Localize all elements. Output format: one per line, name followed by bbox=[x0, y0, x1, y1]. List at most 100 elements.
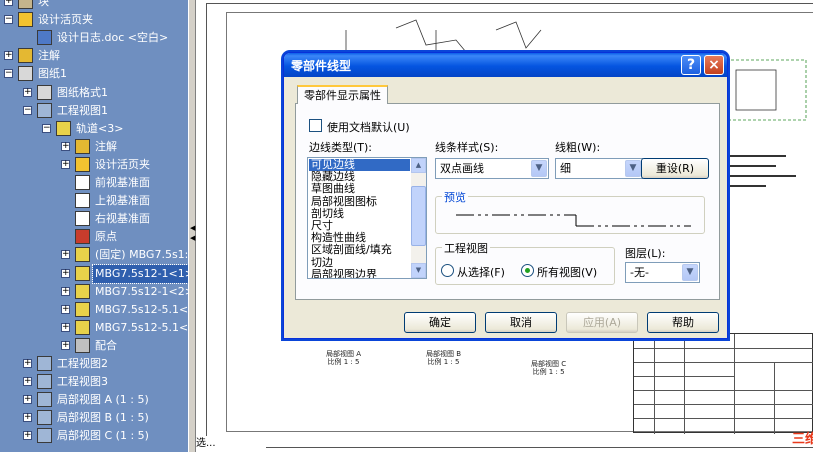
tree-item[interactable]: + 图纸格式1 bbox=[0, 84, 188, 102]
tree-item[interactable]: + MBG7.5s12-1<1> bbox=[0, 263, 188, 284]
chevron-down-icon[interactable]: ▼ bbox=[625, 160, 641, 177]
use-doc-default-label: 使用文档默认(U) bbox=[327, 121, 410, 134]
scroll-thumb[interactable] bbox=[411, 186, 426, 246]
scroll-down-icon[interactable]: ▼ bbox=[411, 263, 426, 278]
tree-item-label: 前视基准面 bbox=[95, 176, 150, 189]
tree-item[interactable]: − 设计活页夹 bbox=[0, 11, 188, 29]
chevron-down-icon[interactable]: ▼ bbox=[682, 264, 698, 281]
help-icon[interactable]: ? bbox=[681, 55, 701, 75]
tree-item[interactable]: 右视基准面 bbox=[0, 210, 188, 228]
line-weight-select[interactable]: 细 ▼ bbox=[555, 158, 643, 179]
dialog-titlebar[interactable]: 零部件线型 ? × bbox=[284, 53, 727, 77]
from-selection-radio[interactable] bbox=[441, 264, 454, 277]
expand-toggle-icon[interactable]: + bbox=[23, 431, 32, 441]
expand-toggle-icon[interactable]: + bbox=[4, 51, 13, 61]
edge-type-listbox[interactable]: 可见边线 隐藏边线 草图曲线 局部视图图标 剖切线 尺寸 构造性曲线 区域剖面线/填充 切边 局部… bbox=[307, 157, 427, 279]
edge-type-option[interactable]: 局部视图图标 bbox=[309, 195, 410, 208]
edge-type-option[interactable]: 区域剖面线/填充 bbox=[309, 244, 410, 256]
expand-toggle-icon[interactable]: − bbox=[23, 105, 32, 115]
reset-button[interactable]: 重设(R) bbox=[641, 158, 709, 179]
pane-splitter[interactable]: ◀ ◀ bbox=[188, 0, 196, 452]
chevron-down-icon[interactable]: ▼ bbox=[531, 160, 547, 177]
expand-toggle-icon[interactable]: + bbox=[23, 395, 32, 405]
tree-item-label: 工程视图2 bbox=[57, 357, 108, 370]
all-views-radio[interactable] bbox=[521, 264, 534, 277]
tree-node-icon bbox=[75, 247, 90, 263]
expand-toggle-icon[interactable]: + bbox=[23, 87, 32, 97]
tree-item[interactable]: + 设计活页夹 bbox=[0, 156, 188, 174]
tree-item[interactable]: + 工程视图2 bbox=[0, 355, 188, 373]
expand-toggle-icon[interactable]: + bbox=[61, 286, 70, 296]
edge-type-option[interactable]: 剖切线 bbox=[309, 207, 410, 220]
tree-item[interactable]: + (固定) MBG7.5s1: bbox=[0, 246, 188, 264]
tree-item[interactable]: 上视基准面 bbox=[0, 192, 188, 210]
expand-toggle-icon[interactable]: + bbox=[23, 413, 32, 423]
tree-item[interactable]: − 轨道<3> bbox=[0, 120, 188, 138]
tree-item-label: 设计活页夹 bbox=[95, 157, 150, 171]
tree-node-icon bbox=[75, 319, 90, 335]
tree-item[interactable]: − 图纸1 bbox=[0, 65, 188, 83]
tree-item-label: MBG7.5s12-5.1<1 bbox=[95, 302, 188, 316]
edge-type-option[interactable]: 草图曲线 bbox=[309, 183, 410, 195]
use-doc-default-checkbox[interactable] bbox=[309, 119, 322, 132]
expand-toggle-icon[interactable]: + bbox=[4, 0, 13, 6]
edge-type-scrollbar[interactable]: ▲ ▼ bbox=[411, 158, 426, 278]
tree-item[interactable]: + 注解 bbox=[0, 47, 188, 65]
tree-item[interactable]: 原点 bbox=[0, 228, 188, 246]
tree-node-icon bbox=[75, 156, 90, 172]
expand-toggle-icon[interactable]: − bbox=[4, 15, 13, 25]
expand-toggle-icon[interactable]: + bbox=[61, 141, 70, 151]
expand-arrow-icon[interactable]: ◀ bbox=[190, 234, 195, 242]
tree-item-label: 局部视图 A (1 : 5) bbox=[57, 393, 149, 407]
apply-button[interactable]: 应用(A) bbox=[566, 312, 638, 333]
tree-node-icon bbox=[37, 30, 52, 46]
feature-tree[interactable]: + 块 − 设计活页夹 设计日志.doc <空白> + 注解 − 图纸1 + 图纸格式1− 工程视图1… bbox=[0, 0, 188, 452]
dialog-title: 零部件线型 bbox=[291, 59, 352, 73]
tree-item[interactable]: 前视基准面 bbox=[0, 174, 188, 192]
tree-item[interactable]: + 注解 bbox=[0, 138, 188, 156]
tree-item[interactable]: − 工程视图1 bbox=[0, 102, 188, 120]
tree-item-label: 设计日志.doc <空白> bbox=[57, 31, 169, 45]
caption-scale: 比例 1 : 5 bbox=[532, 368, 565, 376]
expand-toggle-icon[interactable]: + bbox=[23, 377, 32, 387]
drawing-view-label: 工程视图 bbox=[442, 240, 490, 256]
layer-select[interactable]: -无- ▼ bbox=[625, 262, 700, 283]
line-style-select[interactable]: 双点画线 ▼ bbox=[435, 158, 549, 179]
tree-item-label: 轨道<3> bbox=[76, 121, 124, 135]
tree-node-icon bbox=[37, 84, 52, 100]
expand-toggle-icon[interactable]: + bbox=[61, 159, 70, 169]
preview-group: 预览 bbox=[435, 189, 705, 234]
tree-item[interactable]: + MBG7.5s12-5.1<2 bbox=[0, 319, 188, 337]
tree-item[interactable]: + 配合 bbox=[0, 337, 188, 355]
expand-toggle-icon[interactable]: + bbox=[61, 268, 70, 278]
edge-type-option[interactable]: 切边 bbox=[309, 256, 410, 269]
scroll-up-icon[interactable]: ▲ bbox=[411, 158, 426, 173]
expand-toggle-icon[interactable]: + bbox=[61, 322, 70, 332]
tree-item-label: (固定) MBG7.5s1: bbox=[95, 248, 188, 262]
tree-item[interactable]: + 块 bbox=[0, 0, 188, 11]
caption-title: 局部视图 B bbox=[426, 350, 462, 358]
edge-type-option[interactable]: 局部视图边界 bbox=[309, 268, 410, 278]
cancel-button[interactable]: 取消 bbox=[485, 312, 557, 333]
tree-node-icon bbox=[18, 0, 33, 9]
expand-toggle-icon[interactable]: + bbox=[61, 340, 70, 350]
tree-item[interactable]: + 工程视图3 bbox=[0, 373, 188, 391]
collapse-arrow-icon[interactable]: ◀ bbox=[190, 224, 195, 232]
tree-node-icon bbox=[75, 211, 90, 227]
expand-toggle-icon[interactable]: + bbox=[61, 304, 70, 314]
tab-component-display[interactable]: 零部件显示属性 bbox=[297, 85, 388, 104]
tree-item[interactable]: + MBG7.5s12-5.1<1 bbox=[0, 301, 188, 319]
layer-value: -无- bbox=[630, 266, 649, 279]
expand-toggle-icon[interactable]: + bbox=[61, 250, 70, 260]
help-button[interactable]: 帮助 bbox=[647, 312, 719, 333]
expand-toggle-icon[interactable]: + bbox=[23, 359, 32, 368]
tree-item[interactable]: + 局部视图 A (1 : 5) bbox=[0, 391, 188, 409]
tree-item[interactable]: + MBG7.5s12-1<2> bbox=[0, 283, 188, 301]
close-icon[interactable]: × bbox=[704, 55, 724, 75]
tree-item[interactable]: + 局部视图 B (1 : 5) bbox=[0, 409, 188, 427]
ok-button[interactable]: 确定 bbox=[404, 312, 476, 333]
tree-item[interactable]: 设计日志.doc <空白> bbox=[0, 29, 188, 47]
tree-item[interactable]: + 局部视图 C (1 : 5) bbox=[0, 427, 188, 445]
expand-toggle-icon[interactable]: − bbox=[4, 69, 13, 79]
expand-toggle-icon[interactable]: − bbox=[42, 123, 51, 133]
